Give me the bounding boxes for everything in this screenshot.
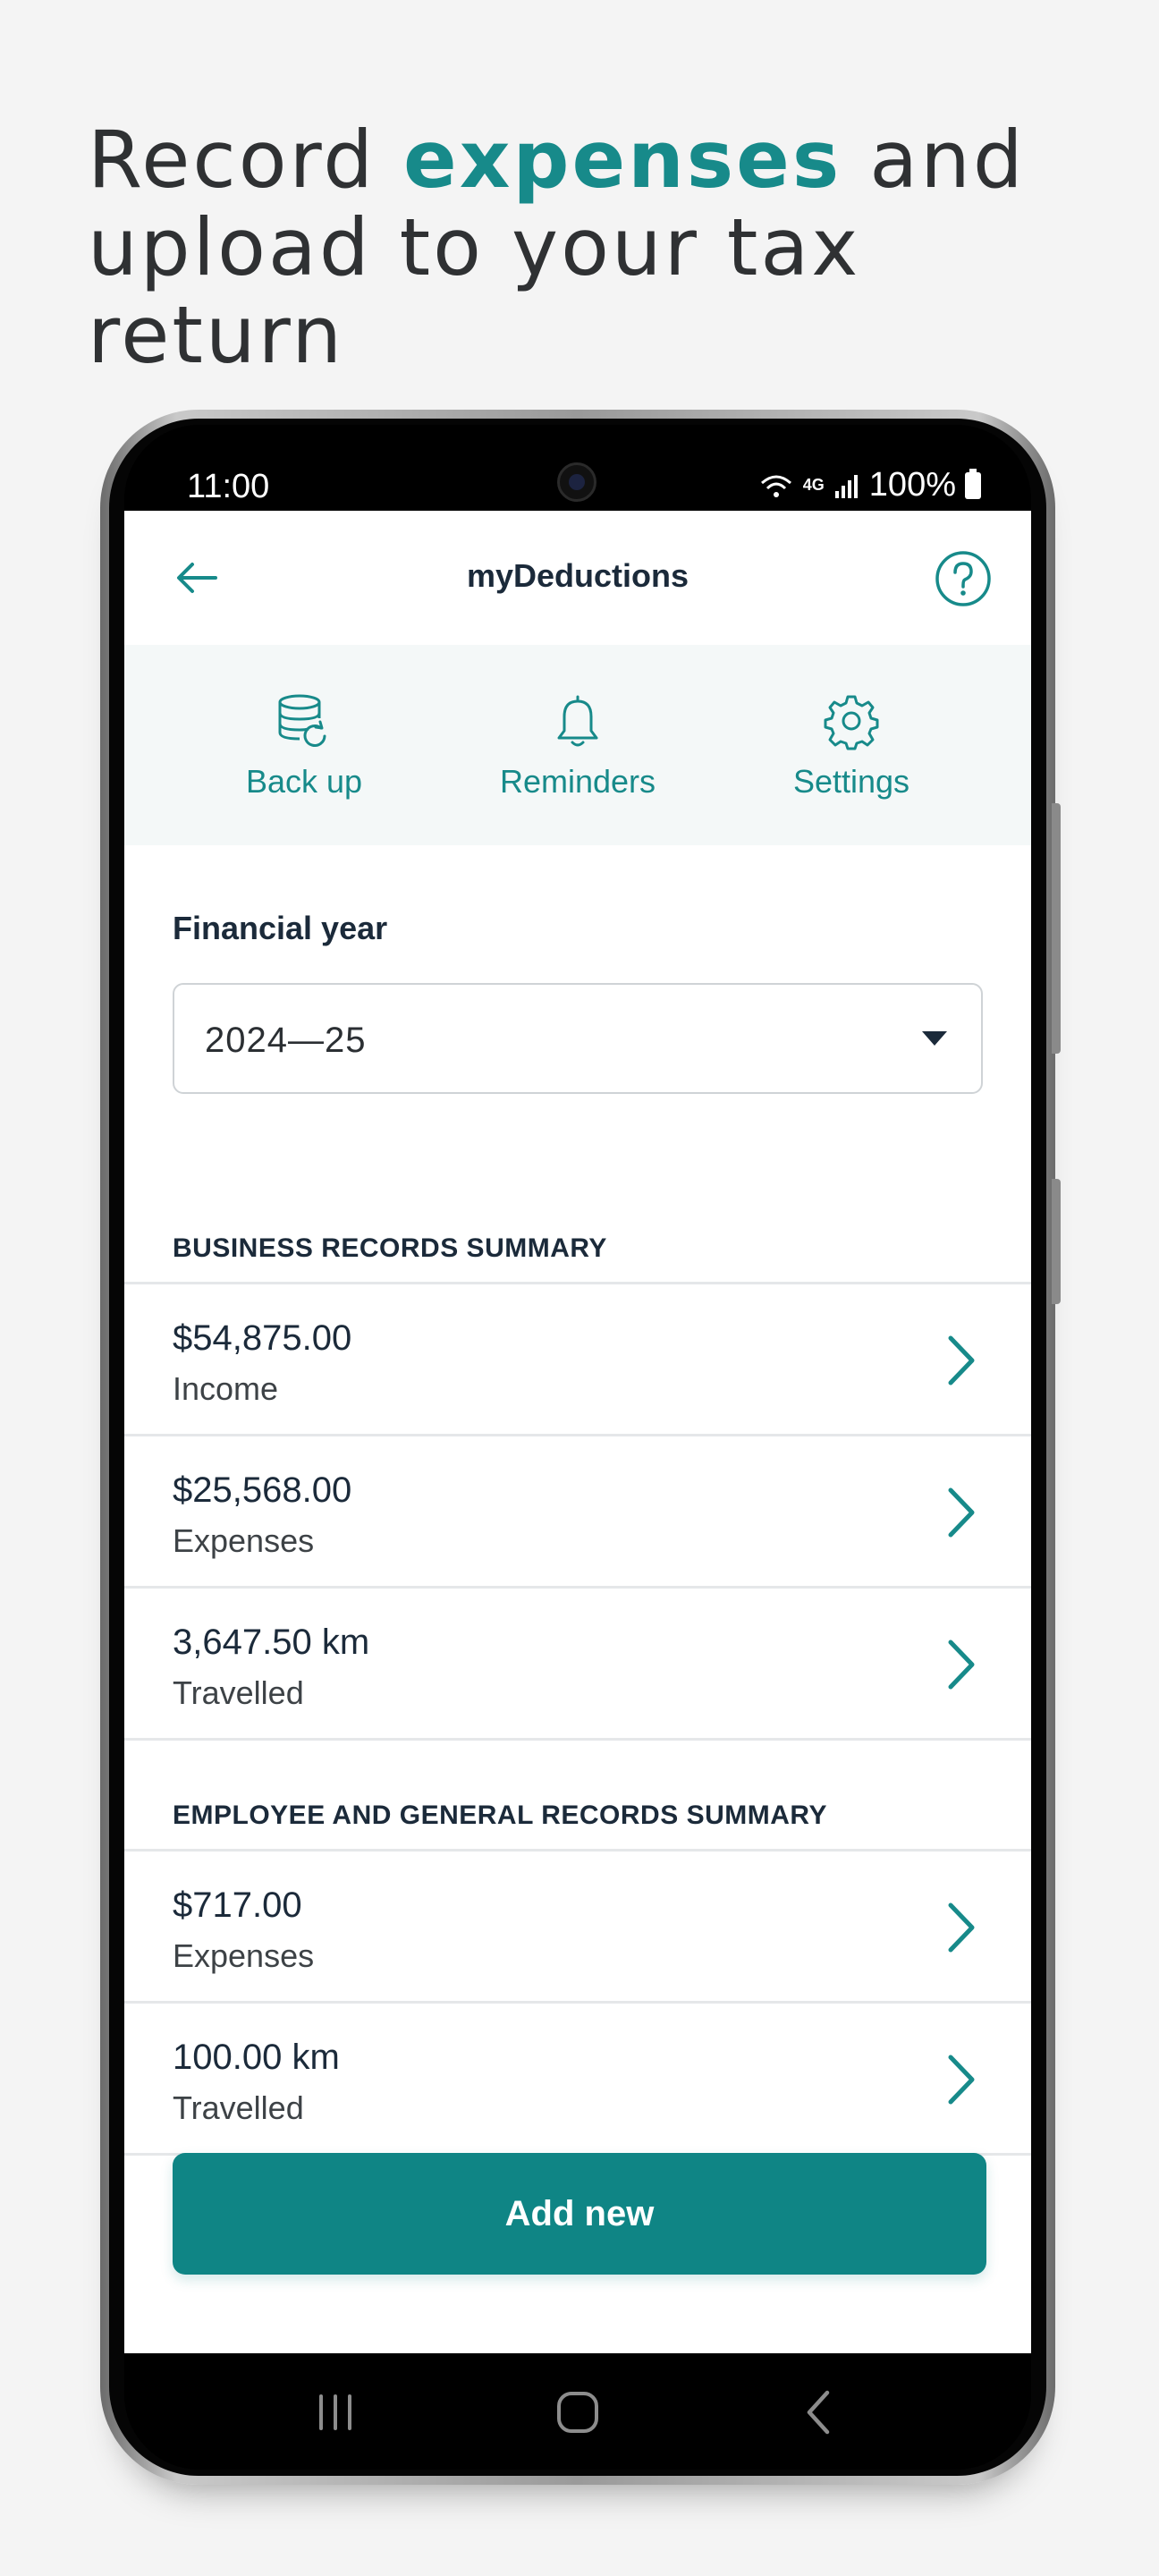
wifi-icon: [760, 475, 791, 497]
backup-label: Back up: [245, 763, 363, 800]
headline-suffix: and: [842, 114, 1026, 206]
app-header: myDeductions: [124, 511, 1031, 645]
question-circle-icon: [935, 551, 991, 606]
home-icon[interactable]: [551, 2385, 605, 2439]
financial-year-select[interactable]: 2024—25: [173, 983, 983, 1094]
row-label: Expenses: [173, 1522, 315, 1559]
app-screen: myDeductions Back up Reminders Settings …: [124, 511, 1031, 2353]
quick-actions-bar: Back up Reminders Settings: [124, 645, 1031, 845]
caret-down-icon: [922, 1031, 947, 1046]
help-button[interactable]: [935, 550, 992, 607]
power-button: [1052, 1179, 1061, 1304]
chevron-right-icon: [948, 1640, 975, 1690]
row-value: $717.00: [173, 1885, 302, 1925]
network-type: 4G: [802, 476, 825, 494]
reminders-label: Reminders: [499, 763, 656, 800]
headline-line-2: upload to your tax return: [88, 201, 861, 381]
row-value: 100.00 km: [173, 2038, 340, 2077]
reminders-action[interactable]: Reminders: [441, 645, 715, 845]
business-income-row[interactable]: $54,875.00 Income: [124, 1284, 1031, 1436]
database-backup-icon: [278, 694, 326, 747]
status-bar: 11:00 4G 100%: [124, 425, 1031, 511]
business-travelled-row[interactable]: 3,647.50 km Travelled: [124, 1589, 1031, 1741]
signal-icon: [834, 474, 858, 498]
financial-year-label: Financial year: [173, 910, 388, 946]
add-new-button[interactable]: Add new: [173, 2153, 986, 2275]
system-nav-bar: [124, 2353, 1031, 2470]
employee-travelled-row[interactable]: 100.00 km Travelled: [124, 2004, 1031, 2156]
row-value: $54,875.00: [173, 1318, 352, 1358]
row-label: Expenses: [173, 1937, 315, 1974]
row-value: 3,647.50 km: [173, 1623, 370, 1662]
financial-year-value: 2024—25: [205, 1021, 367, 1060]
page-title: myDeductions: [466, 557, 689, 594]
chevron-right-icon: [948, 1335, 975, 1385]
battery-icon: [965, 468, 981, 499]
gear-icon: [824, 695, 879, 750]
bell-icon: [557, 695, 598, 747]
row-label: Travelled: [173, 1674, 304, 1711]
backup-action[interactable]: Back up: [167, 645, 441, 845]
front-camera: [557, 462, 596, 502]
headline-accent: expenses: [403, 114, 842, 206]
employee-summary-title: EMPLOYEE AND GENERAL RECORDS SUMMARY: [173, 1801, 827, 1830]
business-summary-list: $54,875.00 Income $25,568.00 Expenses 3,…: [124, 1282, 1031, 1741]
headline-line-1: Record expenses and: [88, 116, 1116, 204]
settings-action[interactable]: Settings: [715, 645, 988, 845]
battery-percent: 100%: [868, 466, 956, 504]
row-value: $25,568.00: [173, 1470, 352, 1510]
chevron-right-icon: [948, 2055, 975, 2105]
status-time: 11:00: [187, 468, 270, 505]
back-nav-icon[interactable]: [793, 2385, 847, 2439]
row-label: Income: [173, 1370, 279, 1407]
business-expenses-row[interactable]: $25,568.00 Expenses: [124, 1436, 1031, 1589]
status-icons: 4G 100%: [758, 466, 981, 504]
row-label: Travelled: [173, 2089, 304, 2126]
volume-button: [1052, 803, 1061, 1054]
chevron-right-icon: [948, 1487, 975, 1538]
phone-screen: 11:00 4G 100% myDeductions Back up Remin…: [124, 425, 1031, 2470]
employee-summary-list: $717.00 Expenses 100.00 km Travelled: [124, 1849, 1031, 2156]
settings-label: Settings: [792, 763, 910, 800]
phone-frame: 11:00 4G 100% myDeductions Back up Remin…: [100, 410, 1061, 2485]
business-summary-title: BUSINESS RECORDS SUMMARY: [173, 1233, 607, 1263]
recent-apps-icon[interactable]: [309, 2385, 362, 2439]
employee-expenses-row[interactable]: $717.00 Expenses: [124, 1852, 1031, 2004]
marketing-headline: Record expenses and upload to your tax r…: [88, 116, 1116, 379]
headline-prefix: Record: [88, 114, 404, 206]
chevron-right-icon: [948, 1902, 975, 1953]
